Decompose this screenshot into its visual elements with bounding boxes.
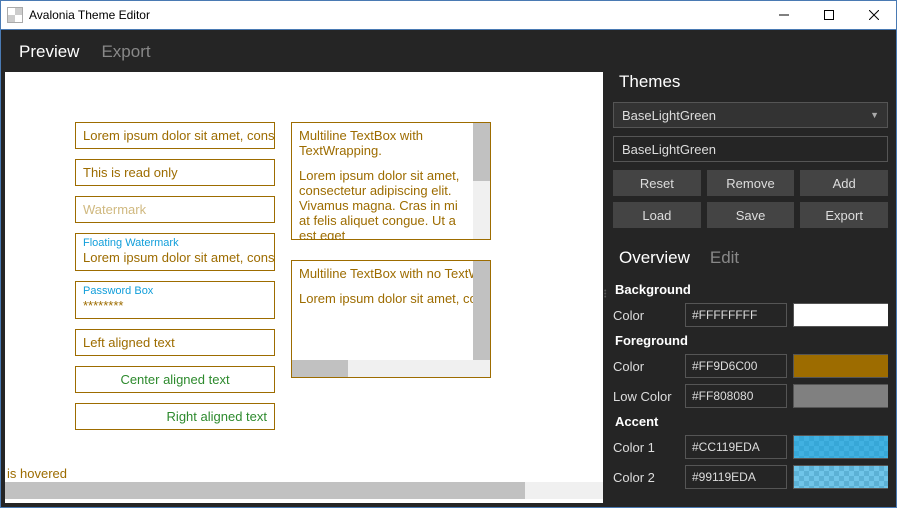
theme-select[interactable]: BaseLightGreen ▼ xyxy=(613,102,888,128)
background-heading: Background xyxy=(615,282,888,297)
fg-color-swatch[interactable] xyxy=(793,354,888,378)
fg-lowcolor-input[interactable]: #FF808080 xyxy=(685,384,787,408)
detail-tab-bar: Overview Edit xyxy=(619,248,888,268)
accent1-input[interactable]: #CC119EDA xyxy=(685,435,787,459)
accent-heading: Accent xyxy=(615,414,888,429)
export-button[interactable]: Export xyxy=(800,202,888,228)
splitter[interactable]: ••• xyxy=(603,72,609,507)
multiline-scrollbar[interactable] xyxy=(473,123,490,239)
nowrap-hscrollbar[interactable] xyxy=(292,360,490,377)
accent2-input[interactable]: #99119EDA xyxy=(685,465,787,489)
textbox-multiline-nowrap[interactable]: Multiline TextBox with no TextWrapping. … xyxy=(291,260,491,378)
accent1-label: Color 1 xyxy=(613,440,679,455)
theme-name-input[interactable]: BaseLightGreen xyxy=(613,136,888,162)
accent1-swatch[interactable] xyxy=(793,435,888,459)
status-text: is hovered xyxy=(7,466,67,481)
accent2-swatch[interactable] xyxy=(793,465,888,489)
reset-button[interactable]: Reset xyxy=(613,170,701,196)
app-icon xyxy=(7,7,23,23)
textbox-floating[interactable]: Floating Watermark Lorem ipsum dolor sit… xyxy=(75,233,275,271)
textbox-right-aligned[interactable]: Right aligned text xyxy=(75,403,275,430)
tab-preview[interactable]: Preview xyxy=(19,42,79,62)
textbox-watermark[interactable]: Watermark xyxy=(75,196,275,223)
multiline-text-1a: Multiline TextBox with TextWrapping. xyxy=(299,128,466,158)
nowrap-text-2b: Lorem ipsum dolor sit amet, consectetur xyxy=(299,291,466,306)
window-title: Avalonia Theme Editor xyxy=(29,8,761,22)
fg-color-input[interactable]: #FF9D6C00 xyxy=(685,354,787,378)
add-button[interactable]: Add xyxy=(800,170,888,196)
fg-lowcolor-swatch[interactable] xyxy=(793,384,888,408)
textbox-password[interactable]: Password Box ******** xyxy=(75,281,275,319)
bg-color-label: Color xyxy=(613,308,679,323)
password-label: Password Box xyxy=(83,285,267,297)
save-button[interactable]: Save xyxy=(707,202,795,228)
chevron-down-icon: ▼ xyxy=(870,110,879,120)
main-tab-bar: Preview Export xyxy=(1,30,896,72)
preview-hscrollbar[interactable] xyxy=(5,482,603,499)
nowrap-text-2a: Multiline TextBox with no TextWrapping. xyxy=(299,266,466,281)
theme-select-value: BaseLightGreen xyxy=(622,108,716,123)
themes-panel: Themes BaseLightGreen ▼ BaseLightGreen R… xyxy=(609,72,896,507)
floating-watermark-label: Floating Watermark xyxy=(83,237,267,249)
close-button[interactable] xyxy=(851,1,896,29)
foreground-heading: Foreground xyxy=(615,333,888,348)
themes-heading: Themes xyxy=(619,72,888,92)
minimize-button[interactable] xyxy=(761,1,806,29)
textbox-multiline-wrap[interactable]: Multiline TextBox with TextWrapping. Lor… xyxy=(291,122,491,240)
tab-overview[interactable]: Overview xyxy=(619,248,690,268)
fg-lowcolor-label: Low Color xyxy=(613,389,679,404)
password-value: ******** xyxy=(83,298,123,313)
preview-pane: Lorem ipsum dolor sit amet, consectetur … xyxy=(5,72,603,503)
bg-color-input[interactable]: #FFFFFFFF xyxy=(685,303,787,327)
nowrap-vscrollbar[interactable] xyxy=(473,261,490,360)
tab-export[interactable]: Export xyxy=(101,42,150,62)
textbox-left-aligned[interactable]: Left aligned text xyxy=(75,329,275,356)
bg-color-swatch[interactable] xyxy=(793,303,888,327)
tab-edit[interactable]: Edit xyxy=(710,248,739,268)
fg-color-label: Color xyxy=(613,359,679,374)
multiline-text-1b: Lorem ipsum dolor sit amet, consectetur … xyxy=(299,168,466,239)
remove-button[interactable]: Remove xyxy=(707,170,795,196)
load-button[interactable]: Load xyxy=(613,202,701,228)
floating-watermark-value: Lorem ipsum dolor sit amet, consectetur xyxy=(83,250,275,265)
accent2-label: Color 2 xyxy=(613,470,679,485)
textbox-single[interactable]: Lorem ipsum dolor sit amet, consectetur xyxy=(75,122,275,149)
maximize-button[interactable] xyxy=(806,1,851,29)
title-bar: Avalonia Theme Editor xyxy=(0,0,897,30)
textbox-readonly[interactable]: This is read only xyxy=(75,159,275,186)
textbox-center-aligned[interactable]: Center aligned text xyxy=(75,366,275,393)
